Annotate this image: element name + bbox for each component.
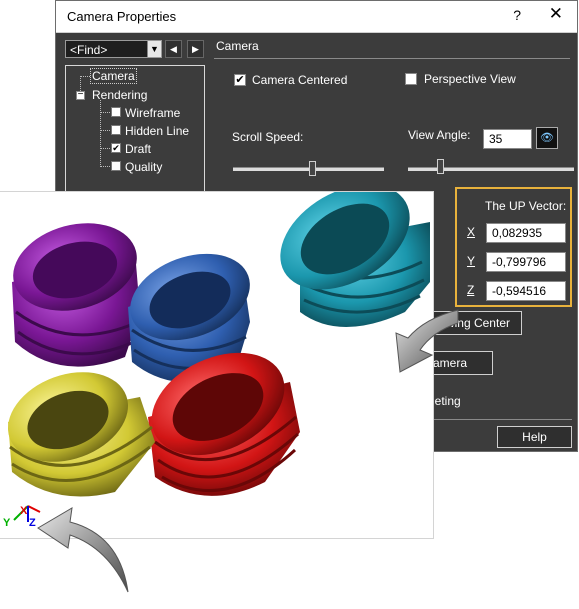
arrow-to-triad-icon: [37, 507, 129, 593]
arrow-to-up-vector-icon: [395, 309, 459, 373]
annotation-arrows: [37, 309, 459, 593]
